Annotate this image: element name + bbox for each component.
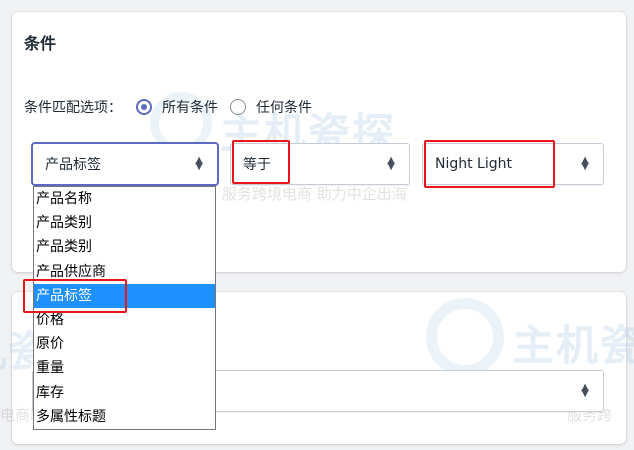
up-down-arrows-icon: ▲ ▼: [387, 155, 395, 172]
value-select-value: Night Light: [435, 156, 512, 172]
dropdown-option[interactable]: 产品名称: [34, 187, 215, 211]
radio-any-condition-label: 任何条件: [256, 100, 312, 116]
relation-select[interactable]: 等于 ▲ ▼: [230, 143, 410, 185]
dropdown-option[interactable]: 多属性标题: [34, 405, 215, 429]
radio-checked-icon[interactable]: [136, 99, 152, 115]
match-options-row: 条件匹配选项： 所有条件 任何条件: [24, 95, 324, 119]
radio-all-conditions-label: 所有条件: [162, 100, 218, 116]
up-down-arrows-icon: ▲ ▼: [195, 155, 203, 172]
dropdown-option-selected[interactable]: 产品标签: [34, 283, 215, 308]
up-down-arrows-icon: ▲ ▼: [581, 155, 589, 172]
field-select[interactable]: 产品标签 ▲ ▼: [32, 143, 218, 185]
dropdown-option[interactable]: 重量: [34, 356, 215, 380]
radio-any-condition[interactable]: 任何条件: [230, 97, 312, 117]
radio-all-conditions[interactable]: 所有条件: [136, 97, 218, 117]
relation-select-value: 等于: [243, 157, 271, 173]
match-options-label: 条件匹配选项：: [24, 100, 122, 116]
radio-unchecked-icon[interactable]: [230, 99, 246, 115]
field-dropdown-list[interactable]: 产品名称 产品类别 产品类别 产品供应商 产品标签 价格 原价 重量 库存 多属…: [33, 186, 216, 430]
dropdown-option[interactable]: 原价: [34, 332, 215, 356]
dropdown-option[interactable]: 产品类别: [34, 235, 215, 259]
field-select-value: 产品标签: [45, 157, 101, 173]
dropdown-option[interactable]: 价格: [34, 308, 215, 332]
conditions-title: 条件: [24, 34, 57, 53]
dropdown-option[interactable]: 库存: [34, 381, 215, 405]
up-down-arrows-icon: ▲ ▼: [581, 382, 589, 399]
dropdown-option[interactable]: 产品供应商: [34, 260, 215, 284]
dropdown-option[interactable]: 产品类别: [34, 211, 215, 235]
value-select[interactable]: Night Light ▲ ▼: [422, 143, 604, 185]
